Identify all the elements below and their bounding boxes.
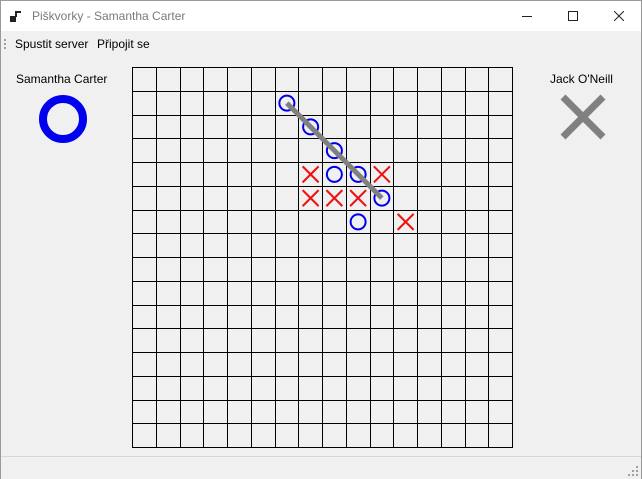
player-left-name: Samantha Carter — [16, 72, 108, 86]
menu-start-server[interactable]: Spustit server — [15, 37, 88, 51]
game-window: Piškvorky - Samantha Carter Spustit serv… — [0, 0, 642, 479]
menu-bar: Spustit server Připojit se — [1, 31, 641, 55]
game-board[interactable] — [132, 67, 513, 448]
close-icon — [614, 11, 624, 21]
minimize-button[interactable] — [504, 1, 550, 31]
maximize-icon — [568, 11, 578, 21]
window-title: Piškvorky - Samantha Carter — [32, 9, 186, 23]
maximize-button[interactable] — [550, 1, 596, 31]
player-left-circle-icon — [39, 95, 87, 143]
resize-grip-icon[interactable] — [627, 465, 639, 477]
menu-grip-icon — [4, 39, 6, 49]
close-button[interactable] — [596, 1, 642, 31]
player-right-cross-icon — [560, 94, 606, 140]
menu-connect[interactable]: Připojit se — [97, 37, 150, 51]
title-bar[interactable]: Piškvorky - Samantha Carter — [1, 1, 641, 31]
player-right-name: Jack O'Neill — [550, 72, 613, 86]
app-icon — [10, 11, 21, 22]
minimize-icon — [522, 16, 532, 17]
status-bar — [1, 456, 641, 479]
